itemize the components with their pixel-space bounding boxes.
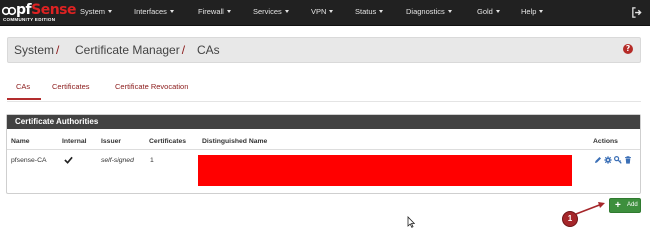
caret-down-icon — [539, 10, 544, 13]
table-header-rule — [7, 149, 640, 150]
breadcrumb-system[interactable]: System / — [14, 38, 59, 62]
nav-label: System — [80, 7, 106, 16]
mouse-cursor-icon — [407, 216, 415, 228]
column-header-name: Name — [11, 138, 30, 145]
nav-firewall[interactable]: Firewall — [198, 0, 231, 26]
ca-certificate-count: 1 — [150, 157, 154, 164]
nav-system[interactable]: System — [80, 0, 113, 26]
nav-label: Gold — [477, 7, 493, 16]
nav-label: VPN — [311, 7, 327, 16]
nav-interfaces[interactable]: Interfaces — [134, 0, 174, 26]
caret-down-icon — [284, 10, 289, 13]
logo-mark-icon — [2, 6, 16, 16]
certificate-authorities-panel: Certificate Authorities Name Internal Is… — [6, 114, 641, 194]
top-navbar: pfSense COMMUNITY EDITION System Interfa… — [0, 0, 650, 26]
nav-diagnostics[interactable]: Diagnostics — [406, 0, 452, 26]
plus-icon: + — [615, 200, 621, 211]
edit-icon[interactable] — [594, 156, 602, 164]
breadcrumb-separator: / — [181, 43, 186, 57]
nav-status[interactable]: Status — [355, 0, 384, 26]
column-header-internal: Internal — [62, 138, 87, 145]
caret-down-icon — [447, 10, 452, 13]
sign-out-icon[interactable] — [631, 7, 642, 18]
breadcrumb-label: CAs — [197, 43, 220, 57]
caret-down-icon — [169, 10, 174, 13]
panel-header: Certificate Authorities — [7, 115, 640, 129]
tab-certificate-revocation[interactable]: Certificate Revocation — [115, 77, 188, 97]
nav-label: Diagnostics — [406, 7, 445, 16]
nav-gold[interactable]: Gold — [477, 0, 500, 26]
redacted-distinguished-name — [198, 155, 572, 186]
panel-title: Certificate Authorities — [15, 117, 99, 126]
caret-down-icon — [108, 10, 113, 13]
nav-label: Firewall — [198, 7, 224, 16]
nav-help[interactable]: Help — [521, 0, 544, 26]
breadcrumb-cas: CAs — [197, 38, 220, 62]
breadcrumb: System / Certificate Manager / CAs — [7, 37, 641, 63]
logo-wordmark: pfSense — [16, 2, 76, 18]
pfsense-logo[interactable]: pfSense COMMUNITY EDITION — [2, 2, 76, 24]
caret-down-icon — [495, 10, 500, 13]
column-header-actions: Actions — [593, 138, 618, 145]
logo-word-sense: Sense — [31, 2, 76, 18]
breadcrumb-label: Certificate Manager — [75, 43, 180, 57]
annotation-badge: 1 — [562, 211, 578, 227]
column-header-issuer: Issuer — [101, 138, 122, 145]
tab-certificates[interactable]: Certificates — [52, 77, 90, 97]
caret-down-icon — [226, 10, 231, 13]
ca-issuer: self-signed — [101, 157, 134, 164]
column-header-distinguished-name: Distinguished Name — [202, 138, 268, 145]
tab-cas[interactable]: CAs — [16, 77, 30, 97]
check-icon — [64, 156, 73, 164]
tab-divider — [7, 101, 641, 102]
column-header-certificates: Certificates — [149, 138, 187, 145]
nav-services[interactable]: Services — [253, 0, 289, 26]
nav-label: Status — [355, 7, 377, 16]
active-tab-indicator — [7, 98, 41, 100]
nav-label: Services — [253, 7, 282, 16]
help-icon[interactable]: ? — [623, 44, 633, 54]
nav-label: Interfaces — [134, 7, 167, 16]
logo-word-pf: pf — [16, 2, 32, 18]
key-icon[interactable] — [614, 156, 622, 164]
logo-subtitle: COMMUNITY EDITION — [3, 17, 56, 22]
add-button[interactable]: + Add — [609, 198, 641, 213]
nav-label: Help — [521, 7, 537, 16]
add-button-label: Add — [627, 202, 638, 208]
caret-down-icon — [329, 10, 334, 13]
caret-down-icon — [379, 10, 384, 13]
ca-name: pfsense-CA — [11, 157, 47, 164]
export-icon[interactable] — [604, 156, 612, 164]
delete-icon[interactable] — [624, 156, 632, 164]
nav-vpn[interactable]: VPN — [311, 0, 334, 26]
breadcrumb-separator: / — [56, 43, 60, 57]
breadcrumb-certificate-manager[interactable]: Certificate Manager / — [75, 38, 185, 62]
breadcrumb-label: System — [14, 43, 55, 57]
